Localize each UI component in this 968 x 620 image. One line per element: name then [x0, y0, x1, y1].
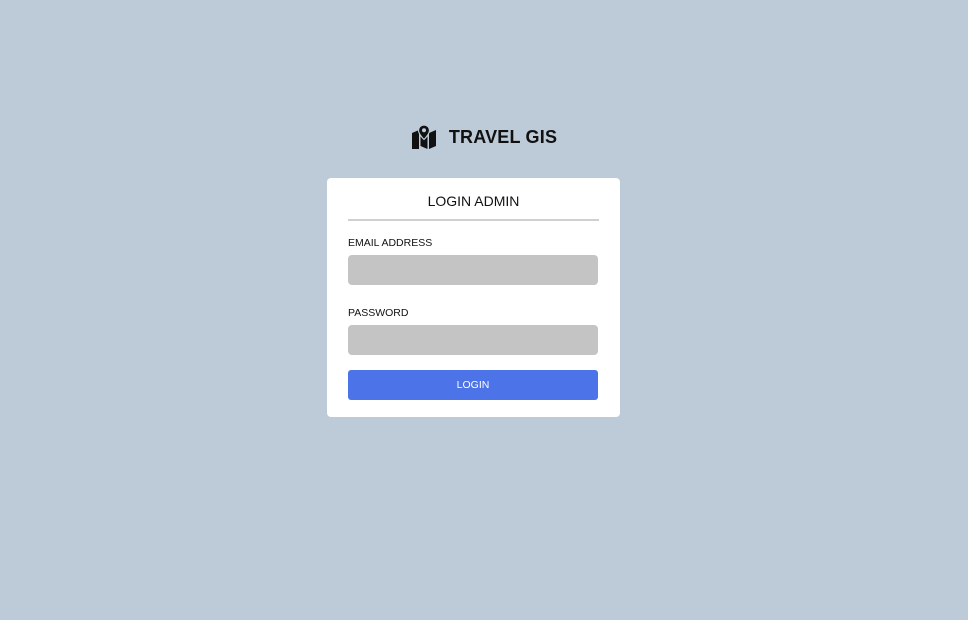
app-title: TRAVEL GIS [448, 126, 558, 147]
password-field[interactable] [348, 325, 598, 355]
email-label: EMAIL ADDRESS [348, 237, 433, 249]
login-button[interactable]: LOGIN [348, 370, 598, 400]
brand-header: TRAVEL GIS [0, 124, 968, 150]
password-label: PASSWORD [348, 307, 409, 319]
login-card: LOGIN ADMIN EMAIL ADDRESS PASSWORD LOGIN [327, 178, 620, 417]
map-marker-icon [411, 124, 437, 150]
email-field[interactable] [348, 255, 598, 285]
login-card-title: LOGIN ADMIN [348, 178, 599, 221]
